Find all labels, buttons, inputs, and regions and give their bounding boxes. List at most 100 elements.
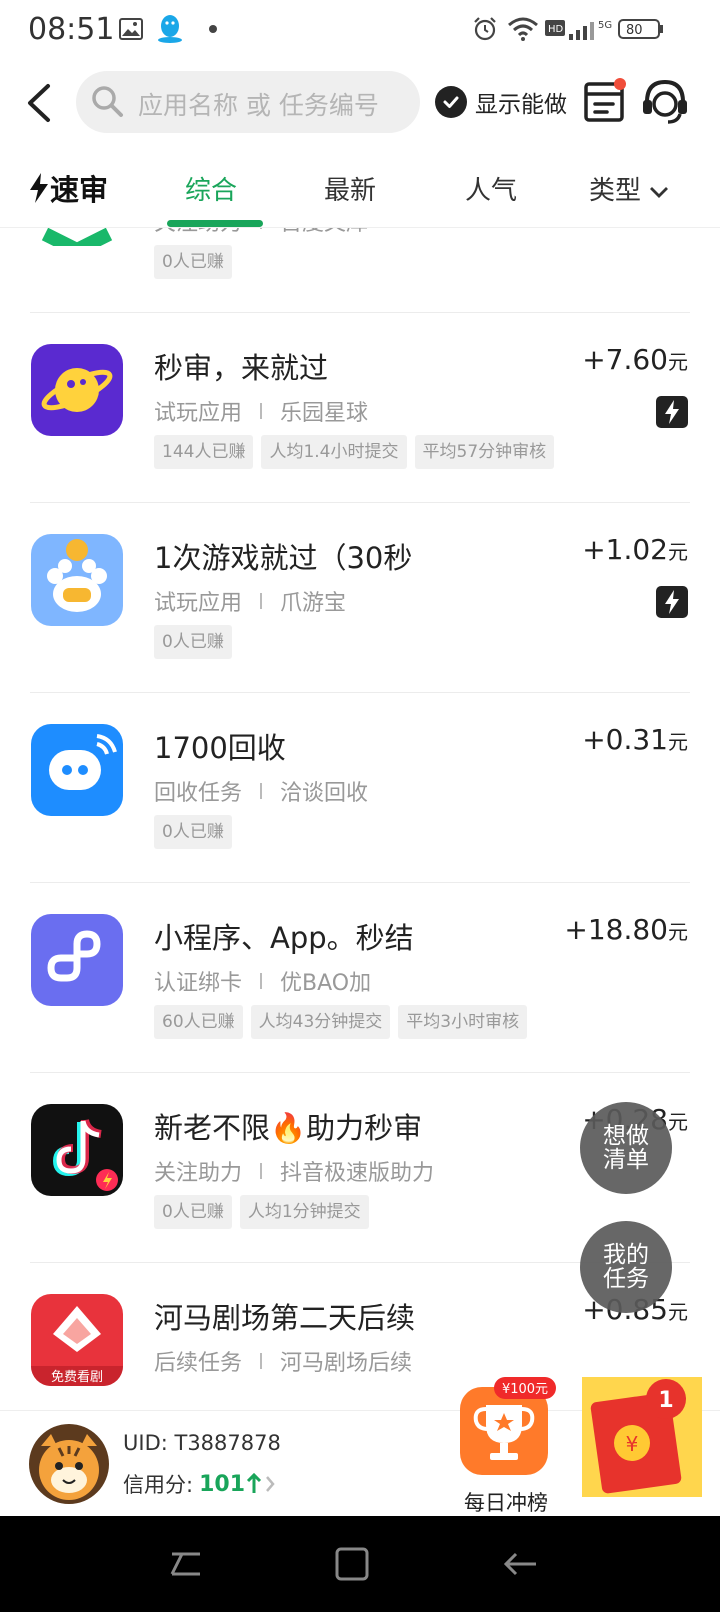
wishlist-label: 想做清单 [603,1123,649,1173]
task-app-name: 抖音极速版助力 [280,1161,435,1186]
reward-unit: 元 [668,1300,688,1324]
credit-value: 101 [199,1471,246,1497]
task-tag: 0人已赚 [154,625,232,659]
battery-icon: 80 [618,14,664,44]
task-item[interactable]: 秒审，来就过 试玩应用 乐园星球 144人已赚 人均1.4小时提交 平均57分钟审… [0,313,720,503]
reward-amount: +0.31 [582,723,668,756]
task-app-name: 河马剧场后续 [280,1351,413,1376]
task-app-name: 优BAO加 [280,971,372,996]
reward-unit: 元 [668,540,688,564]
task-tag: 人均43分钟提交 [250,1005,391,1039]
task-meta: 后续任务 河马剧场后续 [154,1345,412,1377]
notice-button[interactable] [583,76,627,124]
task-meta: 关注助力 抖音极速版助力 [154,1155,434,1187]
daily-rank-button[interactable]: ¥100元 每日冲榜 [456,1375,556,1515]
red-packet-button[interactable]: ¥1 [582,1375,706,1499]
task-app-name: 乐园星球 [280,401,369,426]
reward-unit: 元 [668,1110,688,1134]
status-time: 08:51 [28,12,115,47]
system-nav-bar [0,1516,720,1612]
gallery-icon [118,14,144,44]
task-tags: 0人已赚 [154,625,240,659]
hema-theater-app-icon: 免费看剧 [31,1294,123,1386]
zhuayoubao-app-icon [31,534,123,626]
arrow-up-icon [246,1473,262,1493]
task-category: 回收任务 [154,781,243,806]
tab-latest[interactable]: 最新 [324,170,376,207]
task-reward: +18.80元 [564,913,688,946]
svg-text:¥: ¥ [626,1432,639,1456]
recents-button[interactable] [166,1544,206,1584]
task-tag: 人均1.4小时提交 [261,435,407,469]
search-icon [90,84,124,122]
back-button[interactable] [22,78,58,128]
chevron-right-icon [266,1476,275,1492]
search-placeholder: 应用名称 或 任务编号 [138,91,379,120]
status-bar: 08:51 HD 5G 80 [0,0,720,60]
task-tags: 0人已赚 人均1分钟提交 [154,1195,377,1229]
douyin-lite-app-icon [31,1104,123,1196]
daily-rank-badge: ¥100元 [502,1382,548,1397]
lightning-icon [30,173,48,203]
task-tag: 平均57分钟审核 [414,435,555,469]
baidu-wenku-app-icon [31,228,123,246]
task-tags: 0人已赚 [154,245,240,279]
task-category: 关注助力 [154,228,242,237]
alarm-icon [472,14,498,44]
customer-service-icon[interactable] [640,76,690,126]
task-category: 关注助力 [154,1161,243,1186]
mini-program-app-icon [31,914,123,1006]
task-tags: 0人已赚 [154,815,240,849]
reward-unit: 元 [668,350,688,374]
search-input[interactable]: 应用名称 或 任务编号 [76,71,420,133]
wifi-icon [508,14,538,44]
task-meta: 试玩应用 爪游宝 [154,585,346,617]
speed-review-logo[interactable]: 速审 [28,168,108,208]
home-button[interactable] [332,1544,372,1584]
credit-score[interactable]: 信用分: 101 [123,1469,277,1499]
task-app-name: 百度文库 [280,228,368,237]
check-icon [435,86,467,118]
task-reward: +7.60元 [582,343,688,376]
task-meta: 回收任务 洽谈回收 [154,775,368,807]
reward-amount: +18.80 [564,913,668,946]
tab-comprehensive[interactable]: 综合 [185,170,237,207]
my-tasks-label: 我的任务 [603,1242,649,1292]
recycle-1700-app-icon [31,724,123,816]
wishlist-button[interactable]: 想做清单 [580,1102,672,1194]
tab-popular[interactable]: 人气 [465,170,517,207]
fast-review-icon [656,586,688,618]
task-title: 小程序、App。秒结 [154,921,414,955]
task-item[interactable]: 1次游戏就过（30秒 试玩应用 爪游宝 0人已赚 +1.02元 [0,503,720,693]
task-tag: 0人已赚 [154,1195,232,1229]
task-category: 试玩应用 [154,401,243,426]
task-tags: 144人已赚 人均1.4小时提交 平均57分钟审核 [154,435,562,469]
task-tag: 60人已赚 [154,1005,243,1039]
task-item[interactable]: 关注助力 百度文库 0人已赚 [0,228,720,313]
reward-amount: +7.60 [582,343,668,376]
show-can-do-toggle[interactable]: 显示能做 [435,82,567,122]
task-tag: 0人已赚 [154,815,232,849]
task-category: 试玩应用 [154,591,243,616]
daily-rank-label: 每日冲榜 [464,1491,548,1515]
red-packet-icon: ¥1 [582,1377,702,1497]
header: 应用名称 或 任务编号 显示能做 [0,60,720,150]
signal-icon: HD 5G [545,14,615,44]
task-title: 1700回收 [154,731,286,765]
task-title: 秒审，来就过 [154,351,329,385]
task-item[interactable]: 1700回收 回收任务 洽谈回收 0人已赚 +0.31元 [0,693,720,883]
task-item[interactable]: 小程序、App。秒结 认证绑卡 优BAO加 60人已赚 人均43分钟提交 平均3小… [0,883,720,1073]
task-meta: 认证绑卡 优BAO加 [154,965,371,997]
trophy-icon: ¥100元 [460,1377,556,1475]
my-tasks-button[interactable]: 我的任务 [580,1221,672,1313]
tab-type-label: 类型 [589,176,642,206]
task-app-name: 洽谈回收 [280,781,369,806]
task-category: 后续任务 [154,1351,243,1376]
svg-text:80: 80 [626,23,643,38]
avatar[interactable] [29,1424,109,1504]
qq-icon [155,14,185,44]
back-nav-button[interactable] [500,1544,540,1584]
tab-type[interactable]: 类型 [589,170,669,207]
task-tag: 0人已赚 [154,245,232,279]
icon-badge-text: 免费看剧 [51,1369,103,1385]
